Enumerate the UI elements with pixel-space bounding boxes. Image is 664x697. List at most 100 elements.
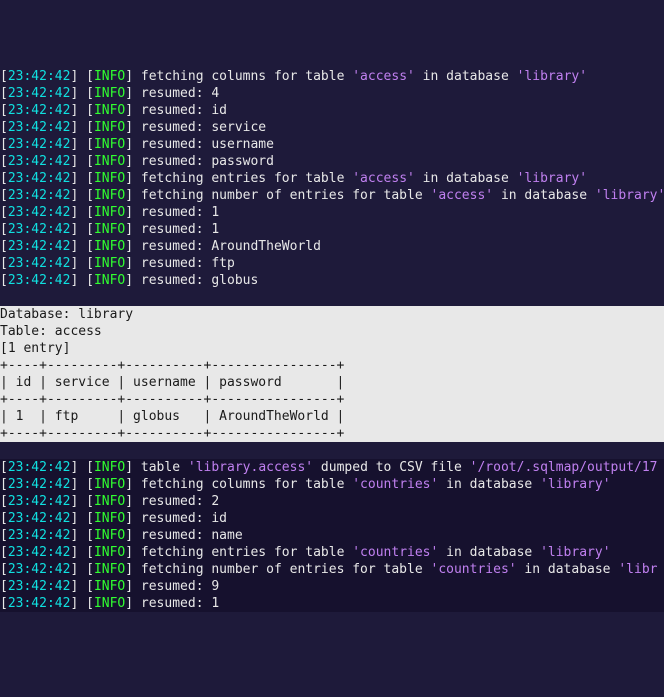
timestamp: 23:42:42: [8, 103, 71, 118]
log-string: 'library': [540, 545, 610, 560]
log-level: INFO: [94, 579, 125, 594]
log-line: [23:42:42] [INFO] resumed: 1: [0, 595, 664, 612]
timestamp: 23:42:42: [8, 562, 71, 577]
log-message: fetching number of entries for table: [141, 562, 431, 577]
dump-table: Table: access: [0, 323, 664, 340]
log-line: [23:42:42] [INFO] resumed: username: [0, 136, 664, 153]
timestamp: 23:42:42: [8, 154, 71, 169]
log-level: INFO: [94, 460, 125, 475]
log-line: [23:42:42] [INFO] resumed: AroundTheWorl…: [0, 238, 664, 255]
log-message: in database: [438, 477, 540, 492]
log-line: [23:42:42] [INFO] resumed: 1: [0, 204, 664, 221]
log-line: [23:42:42] [INFO] resumed: ftp: [0, 255, 664, 272]
log-line: [23:42:42] [INFO] resumed: service: [0, 119, 664, 136]
log-level: INFO: [94, 562, 125, 577]
log-line: [23:42:42] [INFO] fetching columns for t…: [0, 476, 664, 493]
log-level: INFO: [94, 69, 125, 84]
log-line: [23:42:42] [INFO] resumed: 4: [0, 85, 664, 102]
log-string: '/root/.sqlmap/output/17: [470, 460, 658, 475]
log-message: resumed: service: [141, 120, 266, 135]
log-level: INFO: [94, 239, 125, 254]
table-separator: +----+---------+----------+-------------…: [0, 357, 664, 374]
log-message: dumped to CSV file: [313, 460, 470, 475]
log-message: resumed: name: [141, 528, 243, 543]
log-level: INFO: [94, 256, 125, 271]
log-string: 'library': [595, 188, 664, 203]
log-message: resumed: id: [141, 511, 227, 526]
log-level: INFO: [94, 494, 125, 509]
log-level: INFO: [94, 511, 125, 526]
timestamp: 23:42:42: [8, 256, 71, 271]
timestamp: 23:42:42: [8, 205, 71, 220]
log-level: INFO: [94, 273, 125, 288]
log-level: INFO: [94, 477, 125, 492]
log-message: resumed: globus: [141, 273, 258, 288]
log-string: 'access': [352, 69, 415, 84]
log-string: 'countries': [352, 545, 438, 560]
log-line: [23:42:42] [INFO] resumed: name: [0, 527, 664, 544]
log-level: INFO: [94, 171, 125, 186]
timestamp: 23:42:42: [8, 579, 71, 594]
log-string: 'libr: [618, 562, 657, 577]
log-level: INFO: [94, 596, 125, 611]
timestamp: 23:42:42: [8, 494, 71, 509]
log-line: [23:42:42] [INFO] resumed: 2: [0, 493, 664, 510]
log-message: resumed: id: [141, 103, 227, 118]
log-line: [23:42:42] [INFO] fetching number of ent…: [0, 561, 664, 578]
log-message: resumed: 1: [141, 222, 219, 237]
log-line: [23:42:42] [INFO] resumed: id: [0, 510, 664, 527]
log-message: fetching columns for table: [141, 69, 352, 84]
log-message: table: [141, 460, 188, 475]
timestamp: 23:42:42: [8, 545, 71, 560]
log-message: fetching entries for table: [141, 545, 352, 560]
log-string: 'countries': [352, 477, 438, 492]
log-level: INFO: [94, 188, 125, 203]
log-message: resumed: 1: [141, 596, 219, 611]
log-message: resumed: username: [141, 137, 274, 152]
dump-count: [1 entry]: [0, 340, 664, 357]
log-message: fetching columns for table: [141, 477, 352, 492]
log-level: INFO: [94, 545, 125, 560]
log-line: [23:42:42] [INFO] resumed: 9: [0, 578, 664, 595]
timestamp: 23:42:42: [8, 188, 71, 203]
timestamp: 23:42:42: [8, 120, 71, 135]
log-line: [23:42:42] [INFO] resumed: 1: [0, 221, 664, 238]
timestamp: 23:42:42: [8, 596, 71, 611]
log-message: resumed: 4: [141, 86, 219, 101]
log-message: in database: [493, 188, 595, 203]
timestamp: 23:42:42: [8, 137, 71, 152]
log-message: in database: [415, 69, 517, 84]
table-row: | 1 | ftp | globus | AroundTheWorld |: [0, 408, 664, 425]
log-level: INFO: [94, 528, 125, 543]
log-message: in database: [415, 171, 517, 186]
log-message: resumed: 2: [141, 494, 219, 509]
log-string: 'library': [540, 477, 610, 492]
log-message: in database: [517, 562, 619, 577]
log-string: 'access': [352, 171, 415, 186]
log-line: [23:42:42] [INFO] table 'library.access'…: [0, 459, 664, 476]
log-line: [23:42:42] [INFO] fetching columns for t…: [0, 68, 664, 85]
log-string: 'library.access': [188, 460, 313, 475]
log-message: fetching number of entries for table: [141, 188, 431, 203]
timestamp: 23:42:42: [8, 171, 71, 186]
log-line: [23:42:42] [INFO] resumed: password: [0, 153, 664, 170]
log-level: INFO: [94, 86, 125, 101]
log-line: [23:42:42] [INFO] fetching number of ent…: [0, 187, 664, 204]
table-separator: +----+---------+----------+-------------…: [0, 391, 664, 408]
timestamp: 23:42:42: [8, 239, 71, 254]
log-level: INFO: [94, 120, 125, 135]
timestamp: 23:42:42: [8, 511, 71, 526]
log-level: INFO: [94, 222, 125, 237]
log-string: 'access': [431, 188, 494, 203]
timestamp: 23:42:42: [8, 86, 71, 101]
timestamp: 23:42:42: [8, 477, 71, 492]
log-message: fetching entries for table: [141, 171, 352, 186]
log-level: INFO: [94, 137, 125, 152]
timestamp: 23:42:42: [8, 460, 71, 475]
log-level: INFO: [94, 154, 125, 169]
table-separator: +----+---------+----------+-------------…: [0, 425, 664, 442]
log-line: [23:42:42] [INFO] fetching entries for t…: [0, 170, 664, 187]
log-message: resumed: 1: [141, 205, 219, 220]
log-line: [23:42:42] [INFO] resumed: id: [0, 102, 664, 119]
log-message: resumed: password: [141, 154, 274, 169]
